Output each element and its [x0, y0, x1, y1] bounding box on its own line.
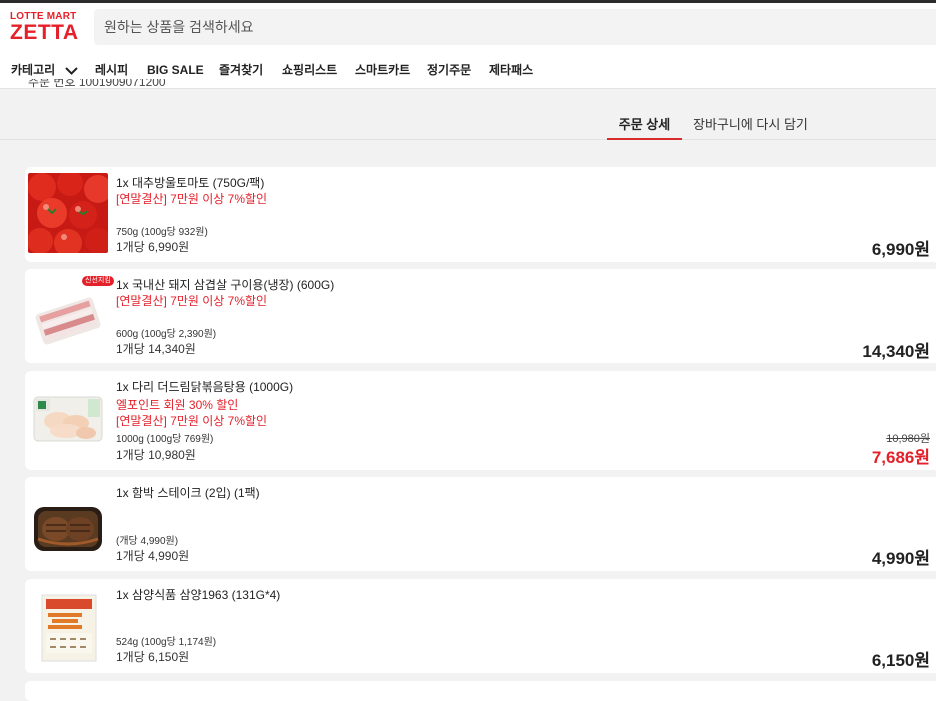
- order-item[interactable]: 1x 함박 스테이크 (2입) (1팩) (개당 4,990원) 1개당 4,9…: [25, 477, 936, 571]
- search-input[interactable]: [94, 9, 936, 45]
- item-title[interactable]: 1x 함박 스테이크 (2입) (1팩): [116, 485, 716, 501]
- nav-smart-cart[interactable]: 스마트카트: [355, 61, 410, 79]
- product-image-samyang-ramen[interactable]: [28, 585, 108, 665]
- item-info: 1x 삼양식품 삼양1963 (131G*4): [116, 587, 716, 603]
- item-title[interactable]: 1x 다리 더드림닭볶음탕용 (1000G): [116, 379, 716, 395]
- item-promo: 엘포인트 회원 30% 할인: [116, 398, 239, 412]
- order-number-text: 주문 번호 1001909071200: [28, 79, 166, 89]
- item-spec: 1000g (100g당 769원): [116, 434, 214, 445]
- fresh-badge: 신선지킴: [82, 276, 114, 286]
- product-image-pork-belly[interactable]: [28, 275, 108, 355]
- order-item-partial[interactable]: [25, 681, 936, 701]
- item-info: 1x 대추방울토마토 (750G/팩) [연말결산] 7만원 이상 7%할인: [116, 175, 716, 207]
- item-promo: [연말결산] 7만원 이상 7%할인: [116, 294, 268, 308]
- item-unit-price: 1개당 4,990원: [116, 549, 190, 563]
- item-title[interactable]: 1x 대추방울토마토 (750G/팩): [116, 175, 716, 191]
- item-unit-price: 1개당 6,990원: [116, 240, 190, 254]
- item-unit-price: 1개당 6,150원: [116, 650, 190, 664]
- zetta-logo[interactable]: LOTTE MART ZETTA: [10, 11, 80, 44]
- item-price: 4,990원: [871, 549, 930, 568]
- item-info: 1x 국내산 돼지 삼겹살 구이용(냉장) (600G) [연말결산] 7만원 …: [116, 277, 716, 309]
- item-unit-price: 1개당 10,980원: [116, 448, 196, 462]
- nav-big-sale[interactable]: BIG SALE: [147, 61, 204, 79]
- order-tabs: 주문 상세 장바구니에 다시 담기: [0, 89, 936, 140]
- item-title[interactable]: 1x 국내산 돼지 삼겹살 구이용(냉장) (600G): [116, 277, 716, 293]
- item-spec: 600g (100g당 2,390원): [116, 329, 217, 340]
- order-item[interactable]: 신선지킴 1x 국내산 돼지 삼겹살 구이용(냉장) (600G) [연말결산]…: [25, 269, 936, 363]
- item-price: 7,686원: [871, 448, 930, 467]
- item-title[interactable]: 1x 삼양식품 삼양1963 (131G*4): [116, 587, 716, 603]
- item-promo: [연말결산] 7만원 이상 7%할인: [116, 414, 268, 428]
- item-info: 1x 다리 더드림닭볶음탕용 (1000G) 엘포인트 회원 30% 할인 [연…: [116, 379, 716, 429]
- item-info: 1x 함박 스테이크 (2입) (1팩): [116, 485, 716, 501]
- product-image-tomato[interactable]: [28, 173, 108, 253]
- order-item[interactable]: 1x 대추방울토마토 (750G/팩) [연말결산] 7만원 이상 7%할인 7…: [25, 167, 936, 262]
- item-spec: 750g (100g당 932원): [116, 227, 208, 238]
- nav-recipe[interactable]: 레시피: [95, 61, 128, 79]
- item-price: 6,150원: [871, 651, 930, 670]
- item-unit-price: 1개당 14,340원: [116, 342, 196, 356]
- nav-subscription[interactable]: 정기주문: [427, 61, 471, 79]
- product-image-chicken[interactable]: [28, 377, 108, 457]
- nav-zetta-pass[interactable]: 제타패스: [489, 61, 533, 79]
- item-price: 14,340원: [862, 342, 930, 361]
- item-promo: [연말결산] 7만원 이상 7%할인: [116, 192, 268, 206]
- tab-add-to-cart-again[interactable]: 장바구니에 다시 담기: [693, 114, 808, 133]
- chevron-down-icon: [64, 67, 78, 75]
- nav-category-label: 카테고리: [11, 63, 56, 77]
- product-image-hamburg-steak[interactable]: [28, 483, 108, 563]
- logo-brand-name: ZETTA: [10, 21, 79, 44]
- nav-category[interactable]: 카테고리: [11, 61, 78, 79]
- order-item[interactable]: 1x 삼양식품 삼양1963 (131G*4) 524g (100g당 1,17…: [25, 579, 936, 673]
- site-header: LOTTE MART ZETTA 카테고리 레시피 BIG SALE 즐겨찾기 …: [0, 3, 936, 89]
- order-item[interactable]: 1x 다리 더드림닭볶음탕용 (1000G) 엘포인트 회원 30% 할인 [연…: [25, 371, 936, 470]
- item-spec: (개당 4,990원): [116, 536, 179, 547]
- nav-shopping-list[interactable]: 쇼핑리스트: [282, 61, 337, 79]
- nav-favorites[interactable]: 즐겨찾기: [219, 61, 263, 79]
- tab-order-detail[interactable]: 주문 상세: [607, 114, 682, 140]
- item-price: 6,990원: [871, 240, 930, 259]
- item-spec: 524g (100g당 1,174원): [116, 637, 217, 648]
